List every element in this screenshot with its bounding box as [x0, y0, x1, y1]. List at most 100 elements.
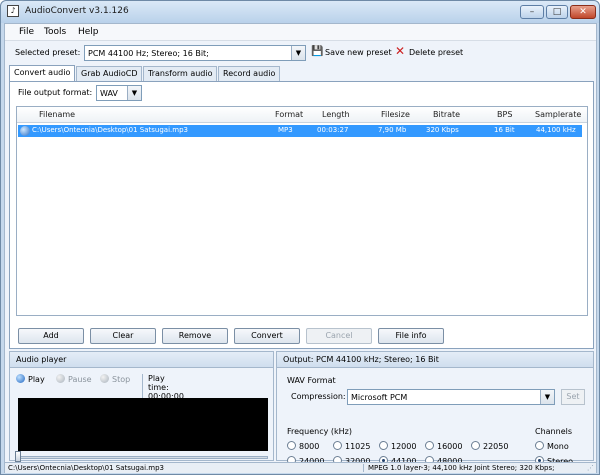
frequency-label: 16000 [437, 442, 463, 451]
tab-record-audio[interactable]: Record audio [218, 66, 280, 81]
play-button[interactable]: Play [16, 374, 45, 384]
file-list[interactable]: Filename Format Length Filesize Bitrate … [16, 106, 588, 316]
play-icon [16, 374, 25, 383]
menu-bar: File Tools Help [5, 24, 596, 41]
frequency-radio-8000[interactable]: 8000 [287, 441, 319, 451]
col-length[interactable]: Length [322, 110, 350, 119]
preset-toolbar: Selected preset: PCM 44100 Hz; Stereo; 1… [5, 42, 596, 64]
client-area: File Tools Help Selected preset: PCM 441… [4, 23, 597, 473]
audio-visualizer [18, 398, 268, 451]
frequency-label: 11025 [345, 442, 371, 451]
play-time: Play time: 00:00:00 [142, 374, 184, 401]
set-button: Set [561, 389, 585, 405]
col-samplerate[interactable]: Samplerate [535, 110, 581, 119]
frequency-radio-11025[interactable]: 11025 [333, 441, 370, 451]
tab-transform-audio[interactable]: Transform audio [143, 66, 217, 81]
radio-icon [333, 441, 342, 450]
col-bitrate[interactable]: Bitrate [433, 110, 460, 119]
wav-format-group: WAV Format Compression: Microsoft PCM ▼ … [285, 376, 587, 416]
cell-bitrate: 320 Kbps [426, 126, 459, 134]
channel-label: Mono [547, 442, 569, 451]
convert-audio-panel: File output format: WAV ▼ Filename Forma… [9, 81, 594, 349]
chevron-down-icon[interactable]: ▼ [291, 46, 305, 60]
close-button[interactable]: ✕ [570, 5, 596, 19]
play-label: Play [28, 375, 45, 384]
convert-button[interactable]: Convert [234, 328, 300, 344]
frequency-label: 22050 [483, 442, 509, 451]
window-title: AudioConvert v3.1.126 [25, 6, 129, 16]
frequency-label: 12000 [391, 442, 417, 451]
resize-grip-icon[interactable]: ⋰ [587, 464, 594, 472]
frequency-label: 8000 [299, 442, 320, 451]
col-filesize[interactable]: Filesize [381, 110, 410, 119]
remove-button[interactable]: Remove [162, 328, 228, 344]
preset-dropdown[interactable]: PCM 44100 Hz; Stereo; 16 Bit; ▼ [84, 45, 306, 61]
clear-button[interactable]: Clear [90, 328, 156, 344]
channels-group: Channels Mono Stereo [535, 427, 591, 467]
preset-label: Selected preset: [15, 48, 81, 57]
frequency-radio-12000[interactable]: 12000 [379, 441, 416, 451]
app-window: ♪ AudioConvert v3.1.126 – □ ✕ File Tools… [0, 0, 600, 475]
table-row[interactable]: C:\Users\Ontecnia\Desktop\01 Satsugai.mp… [18, 125, 582, 137]
status-file-path: C:\Users\Ontecnia\Desktop\01 Satsugai.mp… [8, 464, 164, 472]
cell-filesize: 7,90 Mb [378, 126, 407, 134]
audio-file-icon [20, 126, 30, 136]
frequency-radio-16000[interactable]: 16000 [425, 441, 462, 451]
pause-label: Pause [68, 375, 92, 384]
chevron-down-icon[interactable]: ▼ [127, 86, 141, 100]
status-bar: C:\Users\Ontecnia\Desktop\01 Satsugai.mp… [5, 462, 596, 473]
channels-title: Channels [535, 427, 573, 436]
radio-icon [535, 441, 544, 450]
menu-file[interactable]: File [19, 27, 34, 37]
delete-icon[interactable]: ✕ [395, 45, 407, 57]
col-format[interactable]: Format [275, 110, 303, 119]
maximize-button[interactable]: □ [546, 5, 568, 19]
add-button[interactable]: Add [18, 328, 84, 344]
file-info-button[interactable]: File info [378, 328, 444, 344]
stop-label: Stop [112, 375, 131, 384]
save-icon[interactable]: 💾 [311, 47, 323, 58]
audio-player-panel: Audio player Play Pause Stop Play time: … [9, 351, 274, 462]
radio-icon [287, 441, 296, 450]
format-value: WAV [100, 89, 118, 98]
compression-label: Compression: [291, 392, 346, 401]
col-filename[interactable]: Filename [39, 110, 75, 119]
table-header: Filename Format Length Filesize Bitrate … [17, 107, 587, 123]
cell-filename: C:\Users\Ontecnia\Desktop\01 Satsugai.mp… [32, 126, 188, 134]
stop-icon [100, 374, 109, 383]
col-bps[interactable]: BPS [497, 110, 512, 119]
cell-length: 00:03:27 [317, 126, 349, 134]
cell-bps: 16 Bit [494, 126, 515, 134]
audio-player-title: Audio player [10, 352, 273, 368]
seek-slider-thumb[interactable] [15, 451, 21, 462]
chevron-down-icon[interactable]: ▼ [540, 390, 554, 404]
frequency-group: Frequency (kHz) 8000 11025 12000 16000 2… [287, 427, 527, 467]
tab-convert-audio[interactable]: Convert audio [9, 65, 75, 81]
radio-icon [471, 441, 480, 450]
radio-icon [379, 441, 388, 450]
menu-help[interactable]: Help [78, 27, 99, 37]
stop-button[interactable]: Stop [100, 374, 130, 384]
compression-dropdown[interactable]: Microsoft PCM ▼ [347, 389, 555, 405]
cell-format: MP3 [278, 126, 293, 134]
tab-grab-audiocd[interactable]: Grab AudioCD [76, 66, 142, 81]
cancel-button: Cancel [306, 328, 372, 344]
pause-button[interactable]: Pause [56, 374, 92, 384]
output-panel: Output: PCM 44100 kHz; Stereo; 16 Bit WA… [276, 351, 594, 466]
title-bar[interactable]: ♪ AudioConvert v3.1.126 – □ ✕ [1, 1, 599, 23]
seek-track[interactable] [18, 456, 268, 459]
delete-preset-button[interactable]: Delete preset [409, 48, 463, 57]
status-stream-info: MPEG 1.0 layer-3; 44,100 kHz Joint Stere… [363, 464, 554, 472]
format-dropdown[interactable]: WAV ▼ [96, 85, 142, 101]
radio-icon [425, 441, 434, 450]
save-preset-button[interactable]: Save new preset [325, 48, 392, 57]
menu-tools[interactable]: Tools [44, 27, 66, 37]
frequency-radio-22050[interactable]: 22050 [471, 441, 508, 451]
preset-value: PCM 44100 Hz; Stereo; 16 Bit; [88, 49, 209, 58]
channel-radio-mono[interactable]: Mono [535, 441, 569, 451]
minimize-button[interactable]: – [520, 5, 544, 19]
frequency-title: Frequency (kHz) [287, 427, 352, 436]
format-label: File output format: [18, 88, 93, 97]
cell-samplerate: 44,100 kHz [536, 126, 576, 134]
pause-icon [56, 374, 65, 383]
